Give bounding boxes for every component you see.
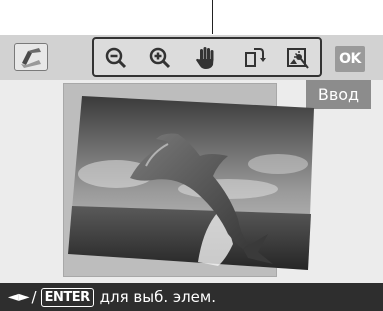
pan-button[interactable]	[192, 45, 220, 71]
adjust-button[interactable]	[284, 45, 312, 71]
hint-slash: /	[31, 288, 37, 306]
hint-text: для выб. элем.	[99, 288, 216, 306]
hint-bar: ◄► / ENTER для выб. элем.	[0, 283, 383, 311]
ok-button[interactable]: OK	[335, 46, 365, 72]
zoom-out-button[interactable]	[102, 45, 130, 71]
callout-line	[212, 0, 213, 34]
zoom-out-icon	[105, 47, 127, 69]
pen-edit-icon	[21, 48, 41, 68]
rotate-icon	[245, 48, 266, 67]
zoom-in-button[interactable]	[146, 45, 174, 71]
adjust-image-icon	[287, 48, 309, 69]
dolphin-photo[interactable]	[68, 94, 316, 270]
enter-key-icon: ENTER	[40, 287, 94, 307]
back-button[interactable]	[14, 43, 48, 71]
rotate-button[interactable]	[240, 45, 268, 71]
edit-tool-group	[92, 37, 322, 77]
arrow-keys-icon: ◄►	[8, 289, 30, 305]
hand-pan-icon	[196, 47, 214, 69]
zoom-in-icon	[149, 47, 171, 69]
